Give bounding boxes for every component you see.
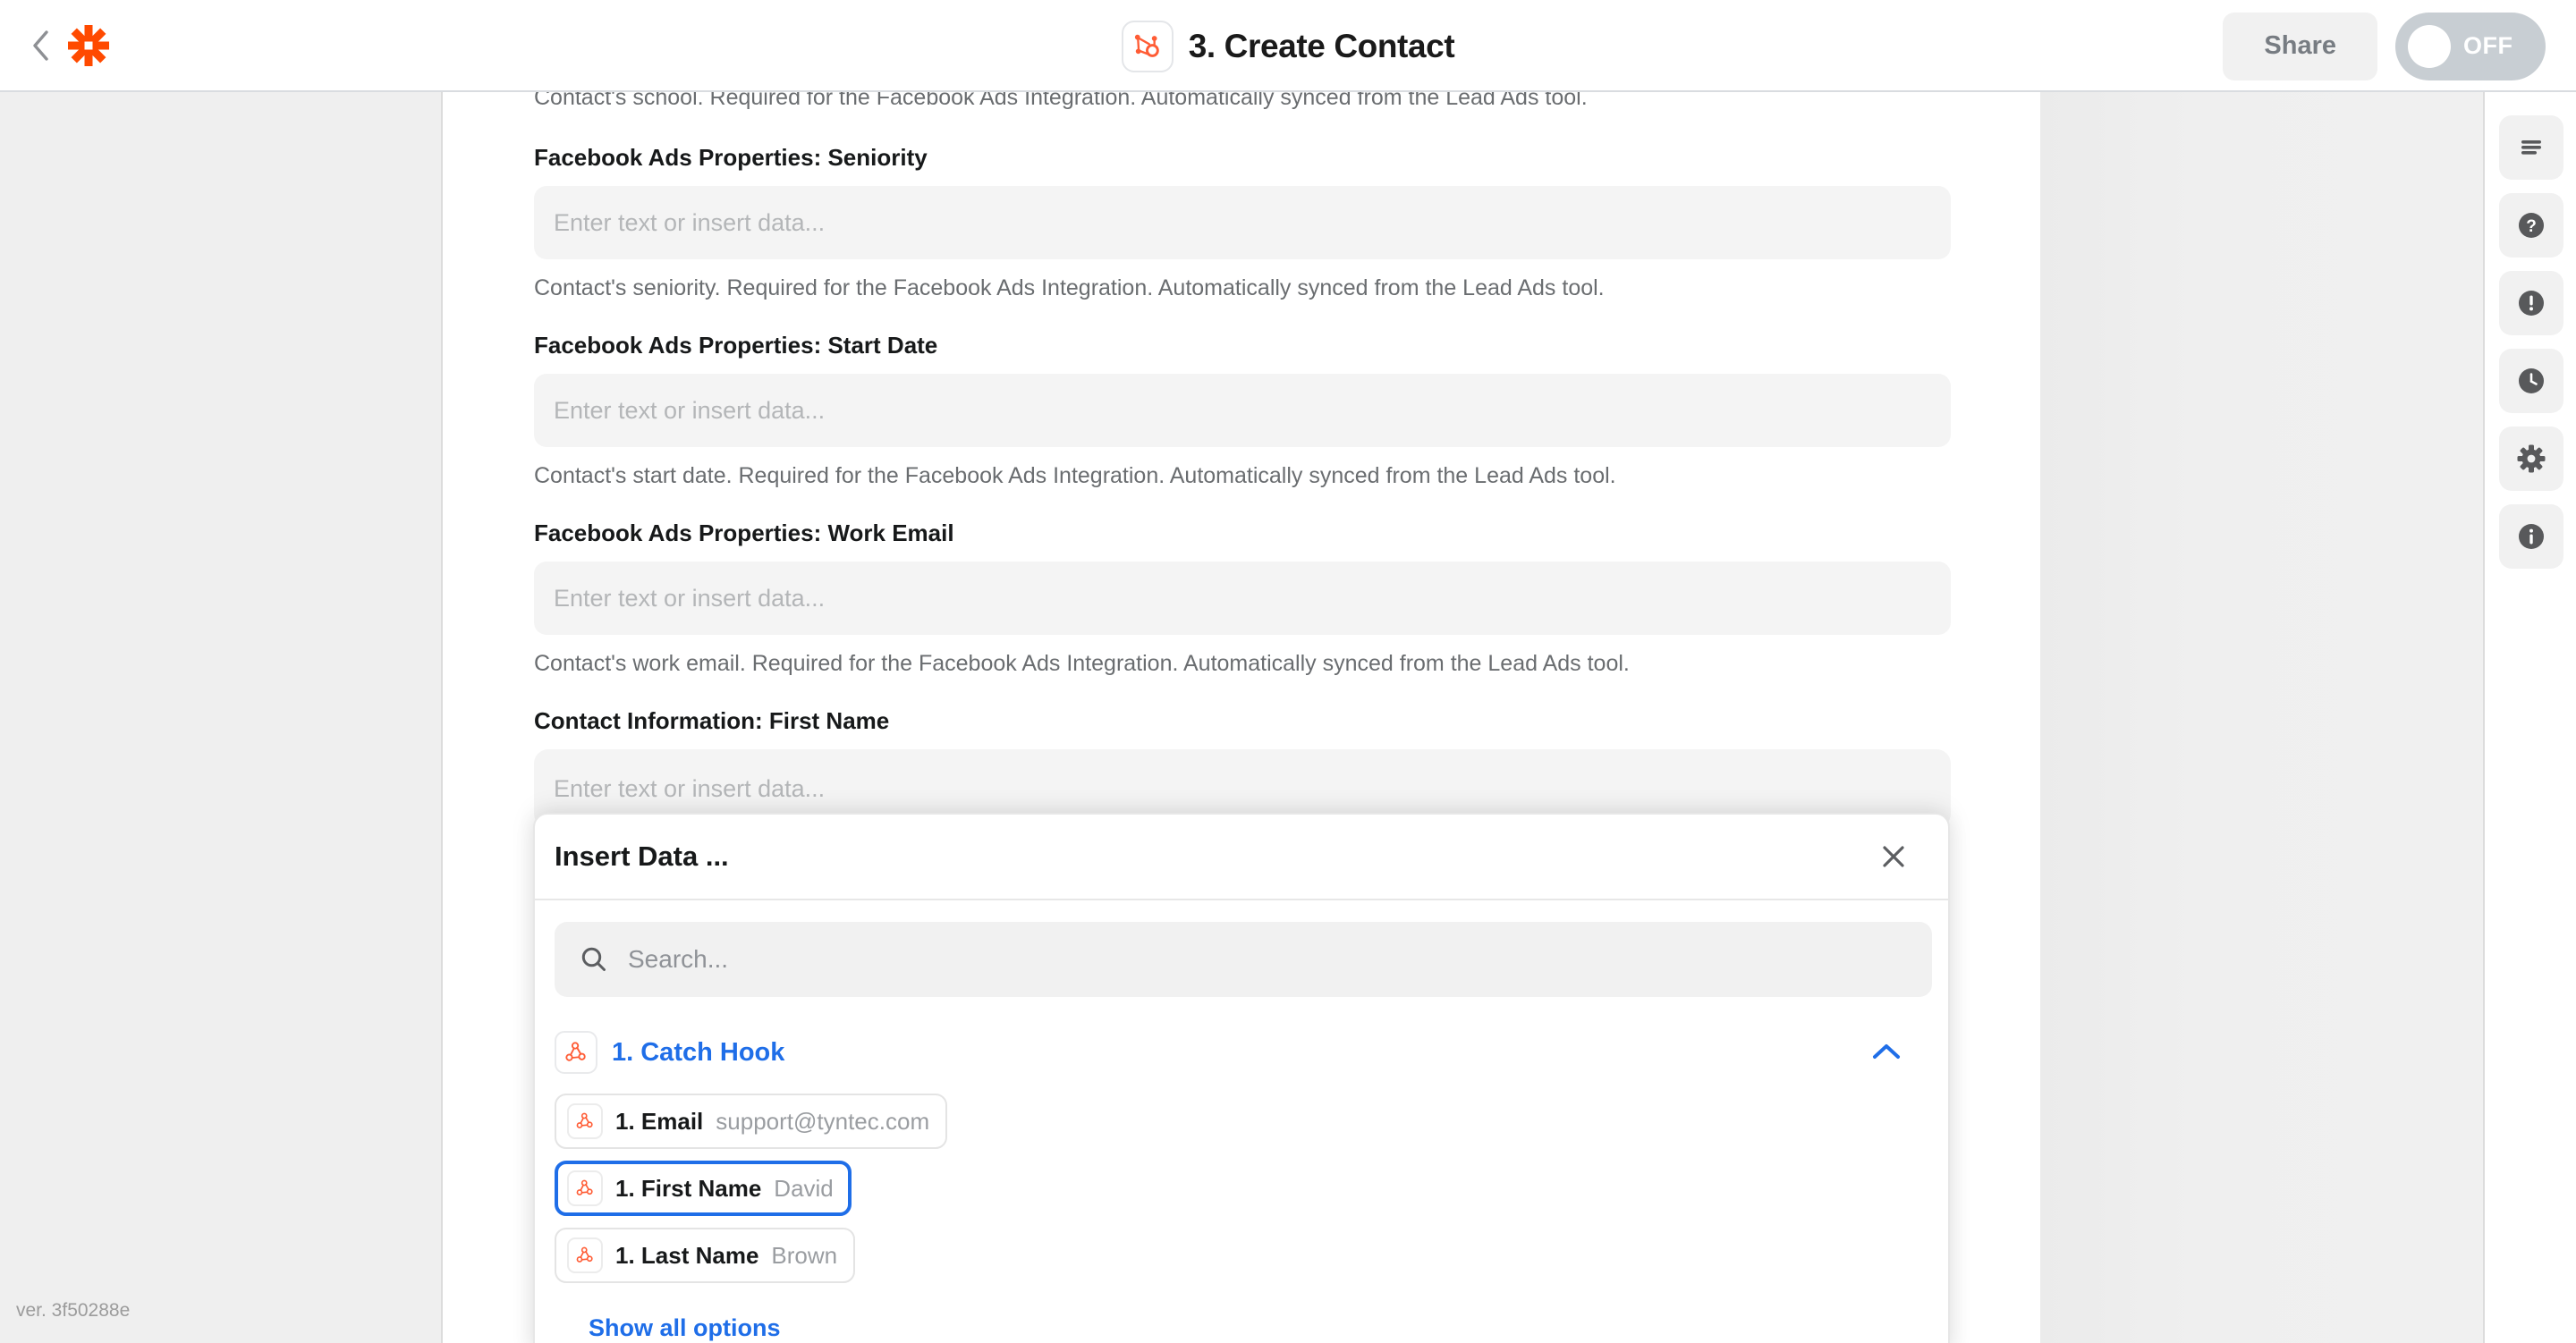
option-value: Brown [771, 1241, 838, 1269]
form-field-start-date: Facebook Ads Properties: Start Date Ente… [534, 332, 1951, 489]
field-label: Contact Information: First Name [534, 707, 890, 734]
form-field-list: Facebook Ads Properties: Seniority Enter… [445, 92, 2040, 828]
seniority-input[interactable]: Enter text or insert data... [534, 186, 1951, 259]
field-help: Contact's start date. Required for the F… [534, 463, 1616, 488]
insert-data-option-email[interactable]: 1. Email support@tyntec.com [555, 1094, 948, 1149]
field-label: Facebook Ads Properties: Seniority [534, 144, 928, 171]
input-placeholder: Enter text or insert data... [554, 774, 826, 802]
svg-text:?: ? [2526, 217, 2537, 236]
webhooks-icon [565, 1042, 586, 1061]
insert-data-option-first-name[interactable]: 1. First Name David [555, 1161, 852, 1216]
show-all-options-link[interactable]: Show all options [589, 1314, 781, 1342]
option-key: 1. Last Name [615, 1241, 759, 1269]
form-field-first-name: Contact Information: First Name Enter te… [534, 707, 1951, 828]
search-placeholder: Search... [628, 945, 729, 973]
app-icon-badge [1121, 20, 1174, 72]
page-title: 3. Create Contact [1188, 27, 1455, 64]
list-item-wrap: 1. Last Name Brown [555, 1228, 1928, 1295]
hubspot-logo-icon [1134, 34, 1159, 57]
share-button[interactable]: Share [2223, 12, 2377, 80]
rail-button-settings[interactable] [2499, 427, 2563, 491]
right-gray-area [2040, 92, 2485, 1343]
close-icon [1883, 846, 1904, 867]
input-placeholder: Enter text or insert data... [554, 208, 826, 236]
zapier-logo-icon [68, 24, 109, 66]
insert-data-option-list: 1. Email support@tyntec.com 1. First Nam… [555, 1094, 1928, 1295]
left-gray-rail: ver. 3f50288e [0, 92, 443, 1343]
zap-on-off-toggle[interactable]: OFF [2395, 12, 2546, 80]
insert-data-group-catch-hook[interactable]: 1. Catch Hook [555, 1031, 1928, 1074]
action-setup-panel: Contact's school. Required for the Faceb… [445, 92, 2040, 1343]
rail-button-alerts[interactable] [2499, 271, 2563, 335]
group-label-wrap: 1. Catch Hook [555, 1031, 784, 1074]
top-bar-right-group: Share OFF [2223, 0, 2546, 92]
close-insert-data-button[interactable] [1873, 836, 1914, 877]
webhooks-badge [567, 1170, 603, 1206]
insert-data-header: Insert Data ... [535, 815, 1948, 900]
input-placeholder: Enter text or insert data... [554, 396, 826, 424]
chevron-left-icon [33, 30, 48, 61]
list-lines-icon [2521, 140, 2541, 155]
option-key: 1. Email [615, 1107, 704, 1135]
webhooks-badge [555, 1031, 597, 1074]
question-circle-icon: ? [2519, 213, 2544, 238]
exclamation-circle-icon [2519, 291, 2544, 316]
search-icon [581, 947, 606, 971]
toggle-state-label: OFF [2463, 32, 2513, 59]
webhooks-icon [576, 1246, 593, 1263]
rail-button-history[interactable] [2499, 349, 2563, 413]
insert-data-panel: Insert Data ... Search... 1. Catch Hook … [533, 813, 1950, 1343]
back-button[interactable] [27, 27, 54, 64]
gear-icon [2517, 444, 2546, 473]
form-field-work-email: Facebook Ads Properties: Work Email Ente… [534, 519, 1951, 677]
toggle-knob [2408, 24, 2451, 68]
webhooks-badge [567, 1237, 603, 1273]
webhooks-icon [576, 1179, 593, 1195]
option-value: support@tyntec.com [716, 1107, 930, 1135]
insert-data-option-last-name[interactable]: 1. Last Name Brown [555, 1228, 856, 1283]
version-label: ver. 3f50288e [16, 1300, 131, 1321]
start-date-input[interactable]: Enter text or insert data... [534, 374, 1951, 447]
top-bar-title-group: 3. Create Contact [0, 0, 2576, 92]
input-placeholder: Enter text or insert data... [554, 584, 826, 612]
zapier-home-button[interactable] [66, 23, 111, 68]
webhooks-icon [576, 1112, 593, 1128]
rail-button-notes[interactable] [2499, 115, 2563, 180]
option-key: 1. First Name [615, 1174, 762, 1202]
group-title: 1. Catch Hook [612, 1037, 785, 1067]
form-field-seniority: Facebook Ads Properties: Seniority Enter… [534, 144, 1951, 301]
list-item-wrap: 1. First Name David [555, 1161, 1928, 1228]
rail-button-help[interactable]: ? [2499, 193, 2563, 258]
work-email-input[interactable]: Enter text or insert data... [534, 562, 1951, 635]
info-circle-icon [2519, 524, 2544, 549]
chevron-up-icon[interactable] [1869, 1042, 1903, 1063]
webhooks-badge [567, 1103, 603, 1139]
clock-circle-icon [2519, 368, 2544, 393]
field-help: Contact's work email. Required for the F… [534, 651, 1630, 676]
top-bar: 3. Create Contact Share OFF [0, 0, 2576, 92]
list-item-wrap: 1. Email support@tyntec.com [555, 1094, 1928, 1161]
rail-button-info[interactable] [2499, 504, 2563, 569]
field-label: Facebook Ads Properties: Start Date [534, 332, 938, 359]
zapier-editor-window: 3. Create Contact Share OFF ver. 3f50288… [0, 0, 2576, 1343]
option-value: David [774, 1174, 834, 1202]
field-help: Contact's seniority. Required for the Fa… [534, 275, 1605, 300]
insert-data-search-input[interactable]: Search... [555, 922, 1932, 997]
insert-data-body: Search... 1. Catch Hook 1. Email support… [535, 900, 1948, 1342]
top-bar-left-group [0, 23, 376, 68]
field-label: Facebook Ads Properties: Work Email [534, 519, 954, 546]
right-icon-rail: ? [2487, 92, 2576, 1343]
insert-data-title: Insert Data ... [555, 840, 729, 872]
